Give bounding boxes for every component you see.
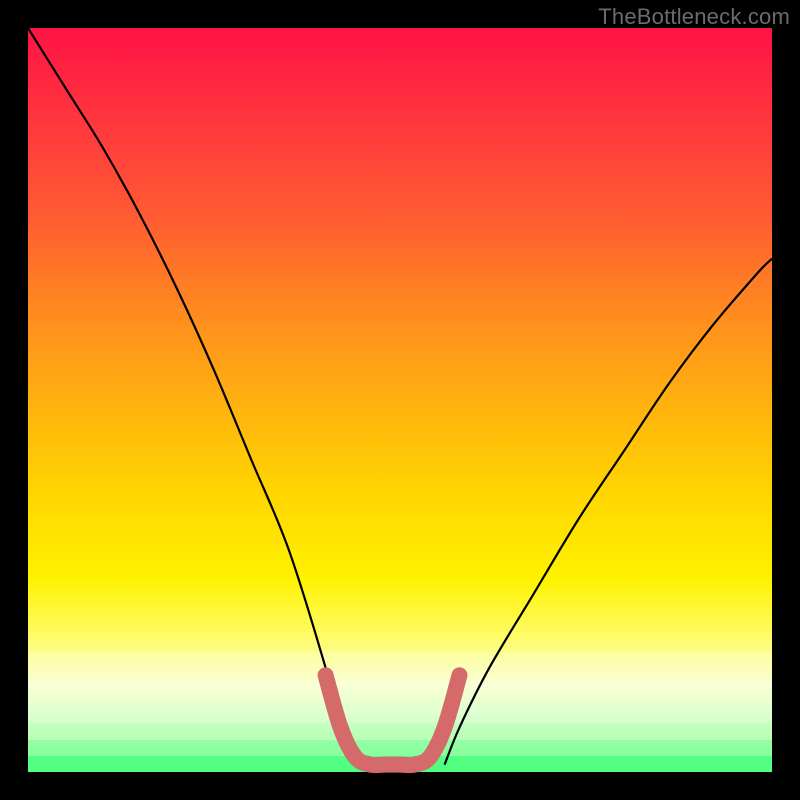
right-curve-path [445, 259, 772, 765]
curves-layer [28, 28, 772, 772]
plot-area [28, 28, 772, 772]
valley-floor-path [326, 675, 460, 765]
chart-frame: TheBottleneck.com [0, 0, 800, 800]
watermark-text: TheBottleneck.com [598, 4, 790, 30]
left-curve-path [28, 28, 355, 765]
